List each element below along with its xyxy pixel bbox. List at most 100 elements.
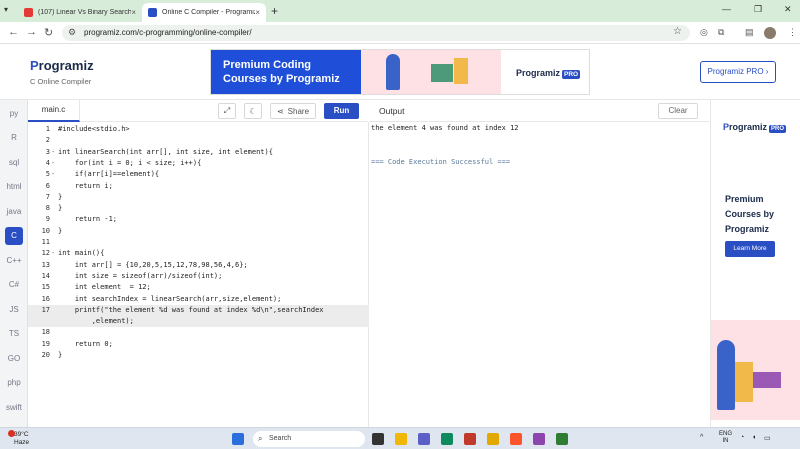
reload-icon[interactable]: ↻ [44, 26, 53, 39]
language-cxx-icon[interactable]: C++ [5, 251, 23, 269]
fold-toggle-icon[interactable]: - [51, 169, 55, 180]
language-py-icon[interactable]: py [5, 104, 23, 122]
code-line[interactable]: 2 [28, 135, 369, 146]
code-line[interactable]: 19 return 0; [28, 339, 369, 350]
back-icon[interactable]: ← [8, 26, 19, 38]
language-go-icon[interactable]: GO [5, 349, 23, 367]
code-line[interactable]: 12- int main(){ [28, 248, 369, 259]
edge-icon[interactable] [441, 433, 453, 445]
tab-list-icon[interactable]: ▾ [4, 5, 8, 14]
file-tab-main-c[interactable]: main.c [28, 100, 80, 122]
tab-online-compiler[interactable]: Online C Compiler - Programiz × [142, 3, 266, 22]
language-ts-icon[interactable]: TS [5, 325, 23, 343]
ad-person-illustration [717, 340, 735, 410]
new-tab-button[interactable]: + [271, 4, 278, 18]
menu-icon[interactable]: ⋮ [788, 27, 797, 38]
code-line[interactable]: 15 int element = 12; [28, 282, 369, 293]
language-c-icon[interactable]: C [5, 226, 23, 245]
wifi-icon[interactable]: ◔ [740, 434, 744, 441]
code-line[interactable]: 13 int arr[] = {10,20,5,15,12,78,98,56,4… [28, 260, 369, 271]
site-info-icon[interactable]: ⚙ [68, 27, 76, 38]
taskbar-search[interactable]: ⌕ Search [253, 431, 365, 447]
language-cx-icon[interactable]: C# [5, 276, 23, 294]
weather-widget[interactable]: 39°C Haze [8, 430, 29, 447]
learn-more-button[interactable]: Learn More [725, 241, 775, 257]
tab-search-icon[interactable]: ▤ [745, 27, 754, 38]
fullscreen-icon[interactable]: ⤢ [218, 103, 236, 119]
language-js-icon[interactable]: JS [5, 300, 23, 318]
code-line[interactable]: 16 int searchIndex = linearSearch(arr,si… [28, 294, 369, 305]
code-line[interactable]: 1 #include<stdio.h> [28, 124, 369, 135]
code-line[interactable]: 11 [28, 237, 369, 248]
battery-icon[interactable]: ▭ [764, 434, 771, 442]
ad-headline: Premium Courses by Programiz [725, 194, 775, 234]
language-indicator[interactable]: ENG IN [719, 431, 732, 445]
forward-icon[interactable]: → [26, 26, 37, 38]
code-line[interactable]: 4- for(int i = 0; i < size; i++){ [28, 158, 369, 169]
code-line[interactable]: 17 printf("the element %d was found at i… [28, 304, 369, 316]
excel-icon[interactable] [556, 433, 568, 445]
profile-avatar[interactable] [764, 27, 776, 39]
promo-banner[interactable]: Premium Coding Courses by Programiz Prog… [210, 49, 590, 95]
volume-icon[interactable]: ◖ [752, 434, 756, 441]
share-button[interactable]: ⋖ Share [270, 103, 316, 119]
code-line[interactable]: 20} [28, 350, 369, 361]
start-icon[interactable] [232, 433, 244, 445]
code-line[interactable]: 6 return i; [28, 181, 369, 192]
theme-toggle-icon[interactable]: ☾ [244, 103, 262, 119]
close-tab-icon[interactable]: × [255, 8, 260, 17]
line-number: 8 [45, 204, 50, 213]
copilot-icon[interactable] [533, 433, 545, 445]
fold-toggle-icon[interactable]: - [51, 147, 55, 158]
programiz-pro-button[interactable]: Programiz PRO › [700, 61, 776, 83]
task-view-icon[interactable] [372, 433, 384, 445]
teams-icon[interactable] [418, 433, 430, 445]
address-bar[interactable]: ⚙ programiz.com/c-programming/online-com… [62, 25, 690, 41]
language-php-icon[interactable]: php [5, 374, 23, 392]
programiz-favicon-icon [148, 8, 157, 17]
language-java-icon[interactable]: java [5, 202, 23, 220]
screenshot-icon[interactable]: ◎ [700, 27, 708, 38]
share-icon: ⋖ [276, 106, 284, 116]
close-window-icon[interactable]: ✕ [784, 4, 792, 15]
language-sql-icon[interactable]: sql [5, 153, 23, 171]
minimize-icon[interactable]: — [722, 4, 731, 14]
code-line[interactable]: 3- int linearSearch(int arr[], int size, … [28, 147, 369, 158]
url-text: programiz.com/c-programming/online-compi… [84, 28, 252, 37]
code-text: int searchIndex = linearSearch(arr,size,… [58, 294, 282, 303]
fold-toggle-icon[interactable]: - [51, 158, 55, 169]
file-explorer-icon[interactable] [395, 433, 407, 445]
code-editor[interactable]: 1 #include<stdio.h> 2 3- int linearSearch(in… [28, 122, 369, 427]
code-line[interactable]: ,element); [28, 316, 369, 328]
tab-linear-vs-binary[interactable]: (107) Linear Vs Binary Search - × [18, 3, 142, 22]
side-advertisement[interactable]: Programiz PRO Premium Courses by Programi… [710, 100, 800, 427]
extensions-icon[interactable]: ⧉ [718, 27, 724, 38]
chrome-icon[interactable] [487, 433, 499, 445]
code-line[interactable]: 14 int size = sizeof(arr)/sizeof(int); [28, 271, 369, 282]
ad-logo: Programiz PRO [723, 122, 787, 133]
line-number: 15 [41, 283, 50, 292]
code-line[interactable]: 9 return -1; [28, 214, 369, 225]
language-r-icon[interactable]: R [5, 129, 23, 147]
code-line[interactable]: 7} [28, 192, 369, 203]
code-text: #include<stdio.h> [58, 125, 130, 133]
line-number: 18 [41, 328, 50, 337]
run-button[interactable]: Run [324, 103, 359, 119]
language-html-icon[interactable]: html [5, 178, 23, 196]
code-text: } [58, 204, 63, 213]
tray-overflow-icon[interactable]: ^ [700, 434, 703, 441]
code-line[interactable]: 18 [28, 327, 369, 338]
output-console: the element 4 was found at index 12 === C… [369, 122, 709, 427]
brave-icon[interactable] [510, 433, 522, 445]
code-line[interactable]: 8} [28, 203, 369, 214]
fold-toggle-icon[interactable]: - [51, 248, 55, 259]
clear-button[interactable]: Clear [658, 103, 698, 119]
bookmark-star-icon[interactable]: ☆ [673, 26, 682, 37]
close-tab-icon[interactable]: × [131, 8, 136, 17]
restore-icon[interactable]: ❐ [754, 4, 762, 15]
code-line[interactable]: 10} [28, 226, 369, 237]
office-icon[interactable] [464, 433, 476, 445]
programiz-logo[interactable]: Programiz [30, 58, 94, 73]
language-swift-icon[interactable]: swift [5, 398, 23, 416]
code-line[interactable]: 5- if(arr[i]==element){ [28, 169, 369, 180]
